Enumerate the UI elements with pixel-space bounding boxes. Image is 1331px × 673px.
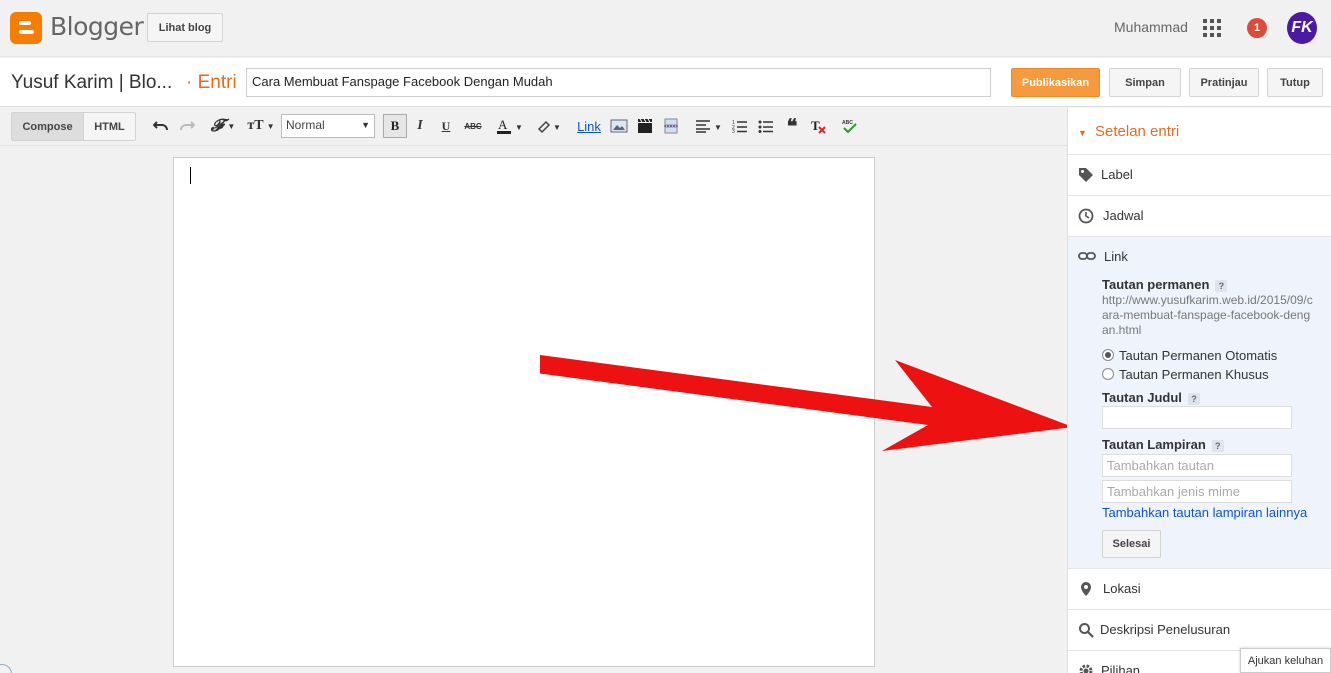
attachment-link-input[interactable]: Tambahkan tautan: [1102, 454, 1292, 477]
numbered-list-icon[interactable]: 123: [731, 116, 749, 136]
link-button[interactable]: Link: [576, 116, 602, 136]
sidebar-item-schedule-text: Jadwal: [1103, 208, 1144, 223]
svg-text:▼: ▼: [515, 123, 523, 132]
sidebar-item-search-description-text: Deskripsi Penelusuran: [1100, 622, 1231, 637]
link-icon: [1078, 252, 1096, 260]
radio-permalink-auto[interactable]: [1102, 349, 1114, 361]
publish-button[interactable]: Publikasikan: [1011, 68, 1100, 97]
quote-icon[interactable]: ❝: [783, 116, 801, 138]
svg-text:T: T: [811, 118, 820, 133]
mime-type-input[interactable]: Tambahkan jenis mime: [1102, 480, 1292, 503]
help-icon[interactable]: ?: [1187, 392, 1200, 405]
collapse-triangle-icon: ▼: [1078, 128, 1087, 138]
clock-icon: [1078, 208, 1094, 224]
text-color-icon[interactable]: A ▼: [494, 116, 526, 136]
font-size-icon[interactable]: тT ▼: [246, 116, 276, 136]
apps-grid-icon[interactable]: [1203, 19, 1221, 37]
post-settings-title: Setelan entri: [1095, 123, 1180, 140]
redo-icon[interactable]: [178, 116, 196, 136]
undo-icon[interactable]: [152, 116, 170, 136]
html-mode-button[interactable]: HTML: [83, 112, 136, 141]
sidebar-item-label[interactable]: Label: [1068, 155, 1331, 196]
avatar[interactable]: FK: [1287, 12, 1317, 44]
permalink-heading-text: Tautan permanen: [1102, 277, 1210, 292]
red-arrow-annotation: [540, 355, 1073, 451]
post-settings-header[interactable]: ▼ Setelan entri: [1068, 108, 1331, 155]
add-attachment-link[interactable]: Tambahkan tautan lampiran lainnya: [1102, 505, 1307, 520]
strikethrough-button[interactable]: ABC: [463, 116, 483, 136]
format-select-value: Normal: [286, 118, 325, 132]
radio-permalink-custom-label[interactable]: Tautan Permanen Khusus: [1119, 367, 1269, 382]
svg-text:▼: ▼: [553, 123, 561, 132]
svg-text:▼: ▼: [714, 123, 722, 132]
post-title-input[interactable]: Cara Membuat Fanspage Facebook Dengan Mu…: [246, 68, 991, 97]
done-button[interactable]: Selesai: [1102, 530, 1161, 558]
video-icon[interactable]: [636, 116, 654, 136]
tag-icon: [1079, 168, 1093, 182]
jump-break-icon[interactable]: [662, 116, 680, 136]
preview-button[interactable]: Pratinjau: [1189, 68, 1259, 97]
sidebar-item-options-text: Pilihan: [1101, 663, 1141, 673]
location-pin-icon: [1081, 582, 1091, 596]
permalink-value: http://www.yusufkarim.web.id/2015/09/car…: [1102, 293, 1313, 337]
font-family-icon[interactable]: 𝓕 ▼: [206, 116, 240, 136]
breadcrumb: · Entri: [186, 72, 237, 93]
chevron-down-icon: ▼: [361, 120, 370, 130]
blogger-logo-text[interactable]: Blogger: [50, 12, 144, 41]
highlight-color-icon[interactable]: ▼: [534, 116, 564, 136]
help-icon[interactable]: ?: [1215, 279, 1228, 292]
permalink-heading: Tautan permanen?: [1102, 277, 1228, 292]
align-icon[interactable]: ▼: [694, 116, 724, 136]
user-name[interactable]: Muhammad: [1114, 19, 1188, 35]
editor-toolbar: Compose HTML 𝓕 ▼ тT ▼ Normal ▼ B I U ABC A ▼…: [0, 108, 1067, 146]
spellcheck-icon[interactable]: ABC: [840, 116, 858, 136]
format-select[interactable]: Normal ▼: [281, 114, 375, 138]
sidebar-item-label-text: Label: [1101, 167, 1133, 182]
image-icon[interactable]: [609, 116, 629, 136]
post-settings-sidebar: ▼ Setelan entri Label Jadwal Link Tautan…: [1067, 108, 1331, 673]
notification-badge[interactable]: 1: [1247, 18, 1267, 38]
link-section-title[interactable]: Link: [1104, 249, 1128, 264]
attachment-link-heading-text: Tautan Lampiran: [1102, 437, 1206, 452]
text-caret: [190, 167, 191, 184]
bullet-list-icon[interactable]: [757, 116, 775, 136]
help-icon[interactable]: ?: [1211, 439, 1224, 452]
underline-button[interactable]: U: [438, 116, 454, 136]
save-button[interactable]: Simpan: [1109, 68, 1181, 97]
link-settings-panel: Link Tautan permanen? http://www.yusufka…: [1068, 237, 1331, 569]
close-button[interactable]: Tutup: [1267, 68, 1323, 97]
sidebar-item-schedule[interactable]: Jadwal: [1068, 196, 1331, 237]
svg-text:A: A: [498, 117, 508, 132]
feedback-button[interactable]: Ajukan keluhan: [1240, 648, 1331, 673]
title-link-heading-text: Tautan Judul: [1102, 390, 1182, 405]
post-title-bar: Yusuf Karim | Blo... · Entri Cara Membua…: [0, 58, 1331, 107]
bold-button[interactable]: B: [383, 114, 407, 138]
search-icon: [1079, 623, 1094, 638]
sidebar-item-search-description[interactable]: Deskripsi Penelusuran: [1068, 610, 1331, 651]
radio-permalink-custom[interactable]: [1102, 368, 1114, 380]
italic-button[interactable]: I: [412, 116, 428, 136]
sidebar-item-location[interactable]: Lokasi: [1068, 569, 1331, 610]
view-blog-button[interactable]: Lihat blog: [147, 13, 223, 42]
svg-text:ABC: ABC: [842, 120, 853, 126]
title-link-heading: Tautan Judul?: [1102, 390, 1200, 405]
help-circle-icon[interactable]: [0, 664, 12, 673]
top-bar: Blogger Lihat blog Muhammad 1 FK: [0, 0, 1331, 57]
title-link-input[interactable]: [1102, 406, 1292, 429]
gear-icon: [1079, 664, 1093, 673]
attachment-link-heading: Tautan Lampiran?: [1102, 437, 1224, 452]
blog-name[interactable]: Yusuf Karim | Blo...: [11, 72, 172, 94]
compose-mode-button[interactable]: Compose: [11, 112, 84, 141]
radio-permalink-auto-label[interactable]: Tautan Permanen Otomatis: [1119, 348, 1277, 363]
sidebar-item-location-text: Lokasi: [1103, 581, 1141, 596]
clear-format-icon[interactable]: T: [809, 116, 827, 136]
blogger-logo-icon[interactable]: [10, 12, 42, 44]
svg-text:3: 3: [732, 129, 735, 133]
